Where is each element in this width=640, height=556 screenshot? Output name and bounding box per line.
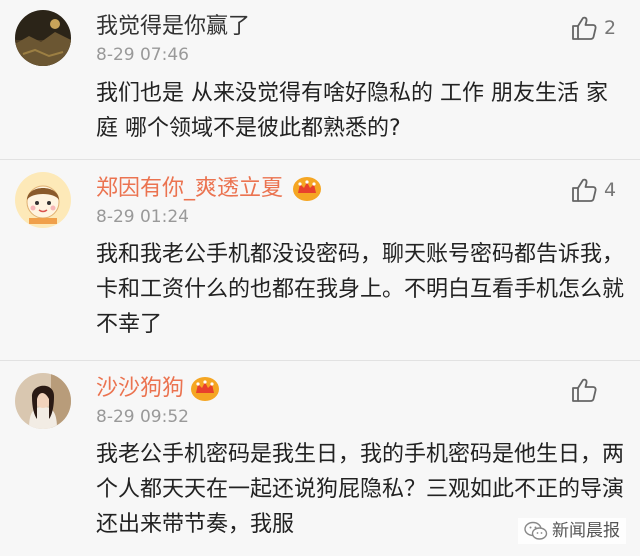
timestamp: 8-29 07:46 — [96, 45, 189, 65]
cartoon-girl-avatar-icon — [15, 172, 71, 228]
wechat-icon — [524, 521, 548, 540]
photo-portrait-avatar-icon — [15, 373, 71, 429]
avatar[interactable] — [15, 10, 71, 66]
like-count: 2 — [604, 17, 617, 39]
comment-text: 我们也是 从来没觉得有啥好隐私的 工作 朋友生活 家庭 哪个领域不是彼此都熟悉的… — [96, 81, 608, 141]
vip-crown-icon — [292, 176, 322, 202]
thumbs-up-icon — [572, 378, 597, 402]
avatar[interactable] — [15, 373, 71, 429]
like-button[interactable]: 2 — [570, 12, 616, 44]
comment-item: 郑因有你_爽透立夏 8-29 01:24 4 我和我老公手机都没设密码，聊天账号… — [0, 160, 640, 360]
comment-feed: 我觉得是你赢了 8-29 07:46 2 我们也是 从来没觉得有啥好隐私的 工作… — [0, 0, 640, 556]
vip-crown-icon — [190, 376, 220, 402]
timestamp: 8-29 09:52 — [96, 407, 189, 427]
like-button[interactable]: 4 — [570, 174, 616, 206]
watermark: 新闻晨报 — [518, 518, 626, 544]
like-button[interactable] — [570, 374, 604, 406]
dark-landscape-avatar-icon — [15, 10, 71, 66]
comment-item: 我觉得是你赢了 8-29 07:46 2 我们也是 从来没觉得有啥好隐私的 工作… — [0, 0, 640, 160]
timestamp: 8-29 01:24 — [96, 207, 189, 227]
thumbs-up-icon — [572, 16, 597, 40]
username[interactable]: 郑因有你_爽透立夏 — [96, 174, 283, 204]
like-count: 4 — [604, 179, 617, 201]
watermark-text: 新闻晨报 — [552, 521, 620, 541]
thumbs-up-icon — [572, 178, 597, 202]
avatar[interactable] — [15, 172, 71, 228]
comment-text: 我和我老公手机都没设密码，聊天账号密码都告诉我，卡和工资什么的也都在我身上。不明… — [96, 242, 625, 337]
username[interactable]: 沙沙狗狗 — [96, 374, 184, 404]
username[interactable]: 我觉得是你赢了 — [96, 12, 250, 42]
